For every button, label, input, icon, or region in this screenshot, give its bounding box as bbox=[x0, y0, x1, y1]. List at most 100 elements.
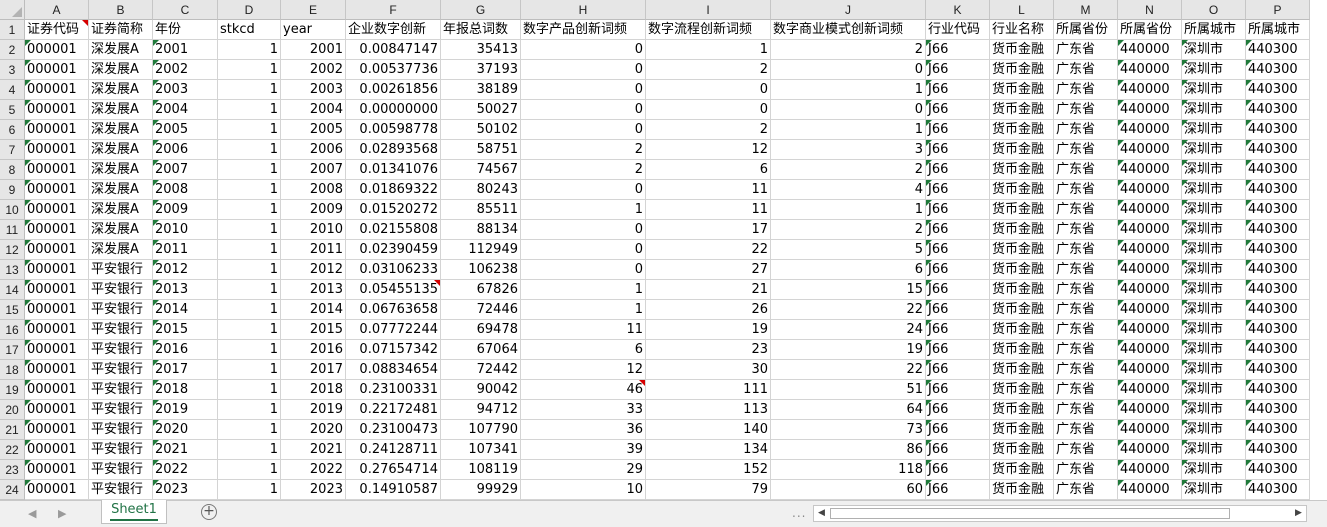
row-header-15[interactable]: 15 bbox=[0, 300, 25, 320]
cell-e15[interactable]: 2014 bbox=[281, 300, 346, 320]
cell-j21[interactable]: 73 bbox=[771, 420, 926, 440]
cell-l20[interactable]: 货币金融 bbox=[990, 400, 1054, 420]
cell-m17[interactable]: 广东省 bbox=[1054, 340, 1118, 360]
cell-j7[interactable]: 3 bbox=[771, 140, 926, 160]
row-header-23[interactable]: 23 bbox=[0, 460, 25, 480]
cell-f7[interactable]: 0.02893568 bbox=[346, 140, 441, 160]
cell-b14[interactable]: 平安银行 bbox=[89, 280, 153, 300]
cell-g16[interactable]: 69478 bbox=[441, 320, 521, 340]
cell-l15[interactable]: 货币金融 bbox=[990, 300, 1054, 320]
cell-b17[interactable]: 平安银行 bbox=[89, 340, 153, 360]
cell-p22[interactable]: 440300 bbox=[1246, 440, 1310, 460]
cell-j19[interactable]: 51 bbox=[771, 380, 926, 400]
cell-k22[interactable]: J66 bbox=[926, 440, 990, 460]
row-header-16[interactable]: 16 bbox=[0, 320, 25, 340]
column-header-e[interactable]: E bbox=[281, 0, 346, 20]
cell-p14[interactable]: 440300 bbox=[1246, 280, 1310, 300]
next-sheet-arrow-icon[interactable]: ▶ bbox=[58, 507, 66, 520]
cell-e8[interactable]: 2007 bbox=[281, 160, 346, 180]
column-header-g[interactable]: G bbox=[441, 0, 521, 20]
select-all-corner[interactable] bbox=[0, 0, 25, 20]
cell-f20[interactable]: 0.22172481 bbox=[346, 400, 441, 420]
cell-o5[interactable]: 深圳市 bbox=[1182, 100, 1246, 120]
cell-m16[interactable]: 广东省 bbox=[1054, 320, 1118, 340]
cell-k9[interactable]: J66 bbox=[926, 180, 990, 200]
cell-c21[interactable]: 2020 bbox=[153, 420, 218, 440]
cell-k6[interactable]: J66 bbox=[926, 120, 990, 140]
header-cell-a[interactable]: 证券代码 bbox=[25, 20, 89, 40]
column-header-l[interactable]: L bbox=[990, 0, 1054, 20]
cell-i9[interactable]: 11 bbox=[646, 180, 771, 200]
cell-m19[interactable]: 广东省 bbox=[1054, 380, 1118, 400]
cell-c12[interactable]: 2011 bbox=[153, 240, 218, 260]
cell-n7[interactable]: 440000 bbox=[1118, 140, 1182, 160]
cell-a23[interactable]: 000001 bbox=[25, 460, 89, 480]
row-header-10[interactable]: 10 bbox=[0, 200, 25, 220]
cell-c5[interactable]: 2004 bbox=[153, 100, 218, 120]
cell-e22[interactable]: 2021 bbox=[281, 440, 346, 460]
row-header-9[interactable]: 9 bbox=[0, 180, 25, 200]
header-cell-o[interactable]: 所属城市 bbox=[1182, 20, 1246, 40]
cell-h19[interactable]: 46 bbox=[521, 380, 646, 400]
cell-m11[interactable]: 广东省 bbox=[1054, 220, 1118, 240]
cell-d20[interactable]: 1 bbox=[218, 400, 281, 420]
cell-i18[interactable]: 30 bbox=[646, 360, 771, 380]
cell-f14[interactable]: 0.05455135 bbox=[346, 280, 441, 300]
cell-b15[interactable]: 平安银行 bbox=[89, 300, 153, 320]
cell-a12[interactable]: 000001 bbox=[25, 240, 89, 260]
cell-c9[interactable]: 2008 bbox=[153, 180, 218, 200]
cell-n23[interactable]: 440000 bbox=[1118, 460, 1182, 480]
cell-h11[interactable]: 0 bbox=[521, 220, 646, 240]
cell-n5[interactable]: 440000 bbox=[1118, 100, 1182, 120]
cell-p11[interactable]: 440300 bbox=[1246, 220, 1310, 240]
cell-l24[interactable]: 货币金融 bbox=[990, 480, 1054, 500]
cell-h24[interactable]: 10 bbox=[521, 480, 646, 500]
cell-d22[interactable]: 1 bbox=[218, 440, 281, 460]
cell-p6[interactable]: 440300 bbox=[1246, 120, 1310, 140]
cell-h18[interactable]: 12 bbox=[521, 360, 646, 380]
cell-a21[interactable]: 000001 bbox=[25, 420, 89, 440]
cell-i22[interactable]: 134 bbox=[646, 440, 771, 460]
cell-h23[interactable]: 29 bbox=[521, 460, 646, 480]
cell-o18[interactable]: 深圳市 bbox=[1182, 360, 1246, 380]
cell-o19[interactable]: 深圳市 bbox=[1182, 380, 1246, 400]
cell-h10[interactable]: 1 bbox=[521, 200, 646, 220]
cell-d21[interactable]: 1 bbox=[218, 420, 281, 440]
cell-g17[interactable]: 67064 bbox=[441, 340, 521, 360]
cell-p3[interactable]: 440300 bbox=[1246, 60, 1310, 80]
cell-m5[interactable]: 广东省 bbox=[1054, 100, 1118, 120]
cell-b20[interactable]: 平安银行 bbox=[89, 400, 153, 420]
cell-m15[interactable]: 广东省 bbox=[1054, 300, 1118, 320]
cell-g6[interactable]: 50102 bbox=[441, 120, 521, 140]
cell-h14[interactable]: 1 bbox=[521, 280, 646, 300]
cell-h21[interactable]: 36 bbox=[521, 420, 646, 440]
cell-l22[interactable]: 货币金融 bbox=[990, 440, 1054, 460]
cell-a17[interactable]: 000001 bbox=[25, 340, 89, 360]
cell-a3[interactable]: 000001 bbox=[25, 60, 89, 80]
row-header-13[interactable]: 13 bbox=[0, 260, 25, 280]
cell-a5[interactable]: 000001 bbox=[25, 100, 89, 120]
cell-j20[interactable]: 64 bbox=[771, 400, 926, 420]
cell-g12[interactable]: 112949 bbox=[441, 240, 521, 260]
cell-l10[interactable]: 货币金融 bbox=[990, 200, 1054, 220]
cell-c15[interactable]: 2014 bbox=[153, 300, 218, 320]
cell-g15[interactable]: 72446 bbox=[441, 300, 521, 320]
cell-p4[interactable]: 440300 bbox=[1246, 80, 1310, 100]
cell-k16[interactable]: J66 bbox=[926, 320, 990, 340]
cell-n17[interactable]: 440000 bbox=[1118, 340, 1182, 360]
cell-a19[interactable]: 000001 bbox=[25, 380, 89, 400]
cell-a24[interactable]: 000001 bbox=[25, 480, 89, 500]
cell-l13[interactable]: 货币金融 bbox=[990, 260, 1054, 280]
cell-d14[interactable]: 1 bbox=[218, 280, 281, 300]
cell-i12[interactable]: 22 bbox=[646, 240, 771, 260]
cell-k12[interactable]: J66 bbox=[926, 240, 990, 260]
cell-f22[interactable]: 0.24128711 bbox=[346, 440, 441, 460]
cell-o13[interactable]: 深圳市 bbox=[1182, 260, 1246, 280]
cell-m13[interactable]: 广东省 bbox=[1054, 260, 1118, 280]
cell-a20[interactable]: 000001 bbox=[25, 400, 89, 420]
row-header-4[interactable]: 4 bbox=[0, 80, 25, 100]
cell-e9[interactable]: 2008 bbox=[281, 180, 346, 200]
cell-b19[interactable]: 平安银行 bbox=[89, 380, 153, 400]
cell-p20[interactable]: 440300 bbox=[1246, 400, 1310, 420]
cell-n11[interactable]: 440000 bbox=[1118, 220, 1182, 240]
